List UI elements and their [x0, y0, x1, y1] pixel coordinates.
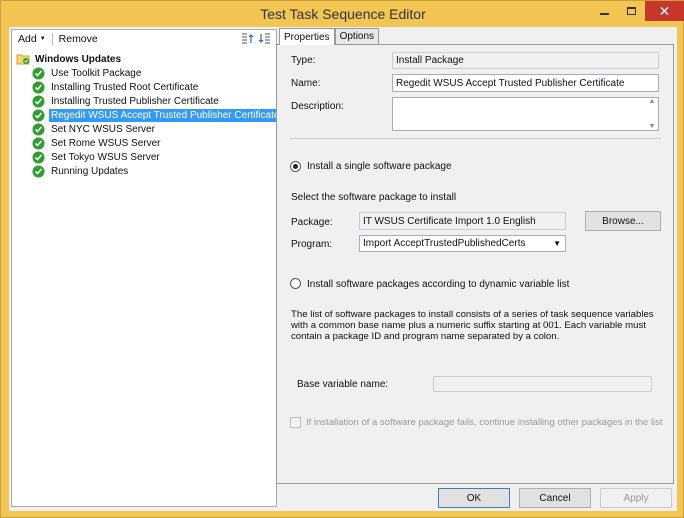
continue-on-failure-label: If installation of a software package fa… — [306, 417, 663, 428]
tree-item[interactable]: Installing Trusted Publisher Certificate — [16, 94, 274, 108]
add-label: Add — [18, 33, 37, 45]
apply-button[interactable]: Apply — [600, 488, 672, 508]
chevron-down-icon: ▼ — [553, 239, 561, 248]
tree-item-label: Set NYC WSUS Server — [51, 123, 155, 135]
tree-item[interactable]: Running Updates — [16, 164, 274, 178]
remove-button[interactable]: Remove — [53, 31, 104, 47]
scroll-down-icon: ▼ — [648, 123, 656, 130]
name-label: Name: — [291, 78, 321, 89]
toolbar-icons — [240, 32, 272, 45]
check-circle-icon — [32, 123, 45, 135]
tree-item-label: Set Rome WSUS Server — [51, 137, 161, 149]
client-area: Add ▼ Remove Windows Updates Use Toolkit… — [9, 27, 677, 511]
tree-item-label: Installing Trusted Publisher Certificate — [51, 95, 219, 107]
minimize-button[interactable] — [591, 1, 617, 21]
sequence-tree: Windows Updates Use Toolkit Package Inst… — [16, 52, 282, 178]
minimize-icon — [599, 13, 609, 15]
description-label: Description: — [291, 101, 344, 112]
chevron-down-icon: ▼ — [39, 36, 46, 42]
title-bar[interactable]: Test Task Sequence Editor ✕ — [1, 1, 684, 27]
ok-button[interactable]: OK — [438, 488, 510, 508]
tree-item[interactable]: Set Tokyo WSUS Server — [16, 150, 274, 164]
sequence-toolbar: Add ▼ Remove — [12, 30, 276, 48]
tree-item-selected[interactable]: Regedit WSUS Accept Trusted Publisher Ce… — [16, 108, 282, 122]
window-title: Test Task Sequence Editor — [260, 6, 426, 22]
tree-group-windows-updates[interactable]: Windows Updates — [16, 52, 274, 66]
tree-item-label: Use Toolkit Package — [51, 67, 142, 79]
tab-options[interactable]: Options — [334, 28, 380, 44]
tree-item-label: Regedit WSUS Accept Trusted Publisher Ce… — [49, 108, 282, 122]
name-input[interactable]: Regedit WSUS Accept Trusted Publisher Ce… — [392, 74, 659, 92]
check-circle-icon — [32, 95, 45, 107]
move-up-icon[interactable] — [240, 32, 254, 45]
sequence-panel: Add ▼ Remove Windows Updates Use Toolkit… — [11, 29, 282, 507]
type-label: Type: — [291, 55, 316, 66]
check-circle-icon — [32, 151, 45, 163]
folder-icon — [16, 54, 30, 65]
base-variable-input[interactable] — [433, 376, 652, 392]
radio-dynamic-label: Install software packages according to d… — [307, 279, 570, 290]
dynamic-description-line-2: with a common base name plus a numeric s… — [291, 320, 646, 331]
type-field: Install Package — [392, 52, 659, 69]
tree-item-label: Running Updates — [51, 165, 129, 177]
tree-item[interactable]: Set Rome WSUS Server — [16, 136, 274, 150]
tree-group-label: Windows Updates — [35, 53, 122, 65]
move-down-icon[interactable] — [258, 32, 272, 45]
tree-item[interactable]: Use Toolkit Package — [16, 66, 274, 80]
check-circle-icon — [32, 165, 45, 177]
tab-properties[interactable]: Properties — [279, 28, 335, 45]
close-icon: ✕ — [658, 2, 671, 19]
base-variable-label: Base variable name: — [297, 379, 389, 390]
select-package-text: Select the software package to install — [291, 192, 457, 203]
description-textarea[interactable]: ▲ ▼ — [392, 97, 659, 131]
dynamic-description-line-1: The list of software packages to install… — [291, 309, 654, 320]
continue-on-failure-checkbox[interactable] — [290, 417, 301, 428]
check-circle-icon — [32, 67, 45, 79]
close-button[interactable]: ✕ — [645, 1, 684, 21]
cancel-button[interactable]: Cancel — [519, 488, 591, 508]
dynamic-description-line-3: contain a package ID and program name se… — [291, 331, 560, 342]
maximize-icon — [626, 7, 636, 15]
remove-label: Remove — [58, 33, 98, 45]
properties-panel: Type: Install Package Name: Regedit WSUS… — [276, 44, 674, 484]
program-value: Import AcceptTrustedPublishedCerts — [363, 238, 526, 249]
divider — [289, 138, 661, 139]
package-label: Package: — [291, 217, 333, 228]
program-select[interactable]: Import AcceptTrustedPublishedCerts ▼ — [359, 235, 566, 252]
radio-dynamic-list[interactable] — [290, 278, 301, 289]
scroll-up-icon: ▲ — [648, 98, 656, 105]
description-scrollbar[interactable]: ▲ ▼ — [646, 98, 658, 130]
program-label: Program: — [291, 239, 333, 250]
add-menu-button[interactable]: Add ▼ — [12, 31, 52, 47]
tree-item[interactable]: Installing Trusted Root Certificate — [16, 80, 274, 94]
editor-window: Test Task Sequence Editor ✕ Add ▼ Remove — [0, 0, 684, 518]
tree-item[interactable]: Set NYC WSUS Server — [16, 122, 274, 136]
check-circle-icon — [32, 109, 45, 121]
tree-item-label: Set Tokyo WSUS Server — [51, 151, 160, 163]
radio-single-label: Install a single software package — [307, 161, 452, 172]
maximize-button[interactable] — [618, 1, 644, 21]
package-field: IT WSUS Certificate Import 1.0 English — [359, 212, 566, 230]
tab-strip: Properties Options — [279, 28, 380, 45]
check-circle-icon — [32, 137, 45, 149]
browse-button[interactable]: Browse... — [585, 211, 661, 231]
tree-item-label: Installing Trusted Root Certificate — [51, 81, 199, 93]
check-circle-icon — [32, 81, 45, 93]
radio-single-package[interactable] — [290, 161, 301, 172]
